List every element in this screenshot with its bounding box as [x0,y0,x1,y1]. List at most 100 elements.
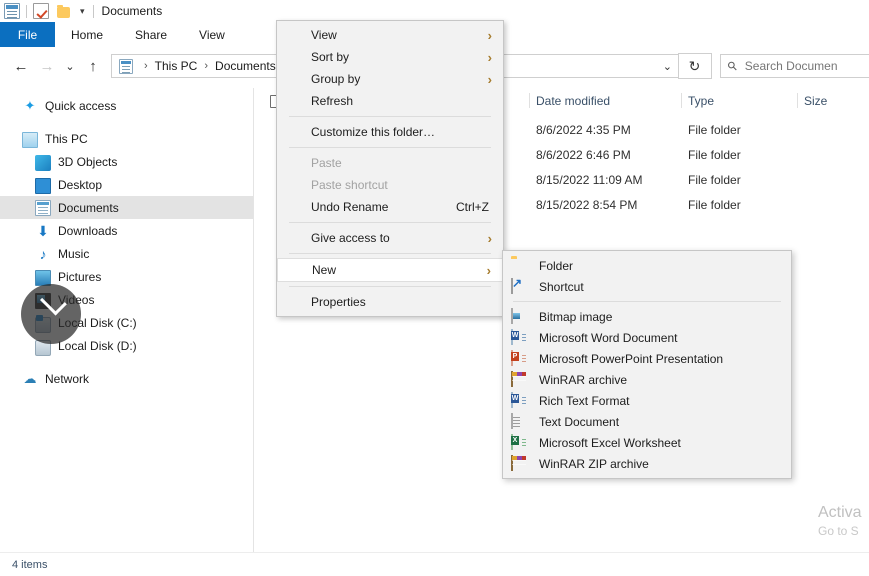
context-menu-item-give-access-to[interactable]: Give access to › [277,227,503,249]
cell-date-modified: 8/6/2022 4:35 PM [536,123,631,137]
winrar-zip-icon [511,454,513,471]
cell-type: File folder [688,173,741,187]
search-icon: ⚲ [724,57,741,75]
recent-locations-button[interactable]: ⌄ [60,53,80,79]
breadcrumb-this-pc[interactable]: This PC [154,59,199,73]
submenu-item-bitmap-image[interactable]: Bitmap image [503,306,791,327]
tab-home[interactable]: Home [55,22,119,47]
sidebar-label: Desktop [58,177,103,192]
search-box[interactable]: ⚲ Search Documen [720,54,869,78]
column-divider-1 [529,93,530,108]
context-menu-item-properties[interactable]: Properties [277,291,503,313]
menu-label: New [312,263,337,277]
explorer-icon [4,3,20,19]
context-menu-item-refresh[interactable]: Refresh [277,90,503,112]
context-menu: View › Sort by › Group by › Refresh Cust… [276,20,504,317]
sidebar-label: This PC [45,131,88,146]
cell-date-modified: 8/15/2022 11:09 AM [536,173,643,187]
context-menu-item-sort-by[interactable]: Sort by › [277,46,503,68]
context-menu-separator-1 [289,116,491,117]
sidebar-item-pictures[interactable]: Pictures [0,265,253,288]
submenu-item-text-document[interactable]: Text Document [503,411,791,432]
menu-label: Refresh [311,94,354,108]
navigation-pane: ✦ Quick access This PC 3D Objects Deskto… [0,88,253,554]
context-menu-item-paste: Paste [277,152,503,174]
chevron-right-icon: › [487,27,492,43]
context-menu-item-customize-folder[interactable]: Customize this folder… [277,121,503,143]
search-input[interactable]: Search Documen [745,59,838,73]
forward-button[interactable]: → [34,53,60,79]
chevron-down-icon[interactable]: ▾ [78,6,87,17]
excel-icon [511,433,513,450]
cell-type: File folder [688,148,741,162]
sidebar-item-local-disk-c[interactable]: Local Disk (C:) [0,311,253,334]
menu-label: Give access to [311,231,390,245]
column-header-size[interactable]: Size [804,94,827,108]
submenu-item-powerpoint-presentation[interactable]: Microsoft PowerPoint Presentation [503,348,791,369]
submenu-item-word-document[interactable]: Microsoft Word Document [503,327,791,348]
folder-icon[interactable] [57,4,70,18]
up-button[interactable]: ↑ [80,53,106,79]
sidebar-label: Network [45,371,90,386]
documents-icon [35,200,51,216]
sidebar-item-3d-objects[interactable]: 3D Objects [0,150,253,173]
context-menu-separator-4 [289,253,491,254]
sidebar-item-music[interactable]: ♪ Music [0,242,253,265]
context-menu-item-view[interactable]: View › [277,24,503,46]
submenu-item-shortcut[interactable]: Shortcut [503,276,791,297]
context-menu-item-new[interactable]: New › [277,258,503,282]
sidebar-item-quick-access[interactable]: ✦ Quick access [0,94,253,117]
context-menu-item-group-by[interactable]: Group by › [277,68,503,90]
tab-share[interactable]: Share [119,22,183,47]
refresh-button[interactable]: ↻ [678,53,712,79]
address-folder-icon [119,58,133,74]
context-menu-item-paste-shortcut: Paste shortcut [277,174,503,196]
submenu-item-excel-worksheet[interactable]: Microsoft Excel Worksheet [503,432,791,453]
sidebar-item-desktop[interactable]: Desktop [0,173,253,196]
context-menu-separator-3 [289,222,491,223]
submenu-label: Microsoft PowerPoint Presentation [539,351,724,366]
context-menu-item-undo-rename[interactable]: Undo Rename Ctrl+Z [277,196,503,218]
breadcrumb-separator-1: › [204,60,209,72]
menu-label: Undo Rename [311,200,389,214]
sidebar-label: Local Disk (D:) [58,338,137,353]
checkbox-red-check-icon[interactable] [33,3,49,19]
submenu-item-folder[interactable]: Folder [503,255,791,276]
music-icon: ♪ [39,245,47,262]
sidebar-item-videos[interactable]: Videos [0,288,253,311]
submenu-label: Text Document [539,414,620,429]
menu-label: Paste shortcut [311,178,388,192]
submenu-label: WinRAR archive [539,372,628,387]
breadcrumb-documents[interactable]: Documents [214,59,277,73]
sidebar-label: 3D Objects [58,154,118,169]
sidebar-item-downloads[interactable]: ⬇ Downloads [0,219,253,242]
bitmap-image-icon [511,307,513,324]
cell-date-modified: 8/6/2022 6:46 PM [536,148,631,162]
submenu-label: Rich Text Format [539,393,630,408]
address-dropdown-icon[interactable]: ⌄ [663,60,672,73]
sidebar-item-network[interactable]: ☁ Network [0,367,253,390]
powerpoint-icon [511,349,513,366]
sidebar-item-documents[interactable]: Documents [0,196,253,219]
submenu-item-winrar-archive[interactable]: WinRAR archive [503,369,791,390]
tab-file[interactable]: File [0,22,55,47]
sidebar-item-local-disk-d[interactable]: Local Disk (D:) [0,334,253,357]
winrar-icon [511,370,513,387]
sidebar-label: Videos [58,292,95,307]
sidebar-item-this-pc[interactable]: This PC [0,127,253,150]
submenu-item-winrar-zip-archive[interactable]: WinRAR ZIP archive [503,453,791,474]
disk-d-icon [35,339,51,356]
menu-label: View [311,28,337,42]
submenu-label: Folder [539,258,574,273]
column-header-date-modified[interactable]: Date modified [536,94,610,108]
column-divider-2 [681,93,682,108]
back-button[interactable]: ← [8,53,34,79]
submenu-label: Shortcut [539,279,584,294]
submenu-item-rich-text-format[interactable]: Rich Text Format [503,390,791,411]
tab-view[interactable]: View [183,22,241,47]
chevron-right-icon: › [487,49,492,65]
menu-label: Group by [311,72,361,86]
column-header-type[interactable]: Type [688,94,714,108]
star-icon: ✦ [24,97,36,113]
file-explorer-window: ▾ Documents File Home Share View ← → ⌄ ↑… [0,0,869,576]
